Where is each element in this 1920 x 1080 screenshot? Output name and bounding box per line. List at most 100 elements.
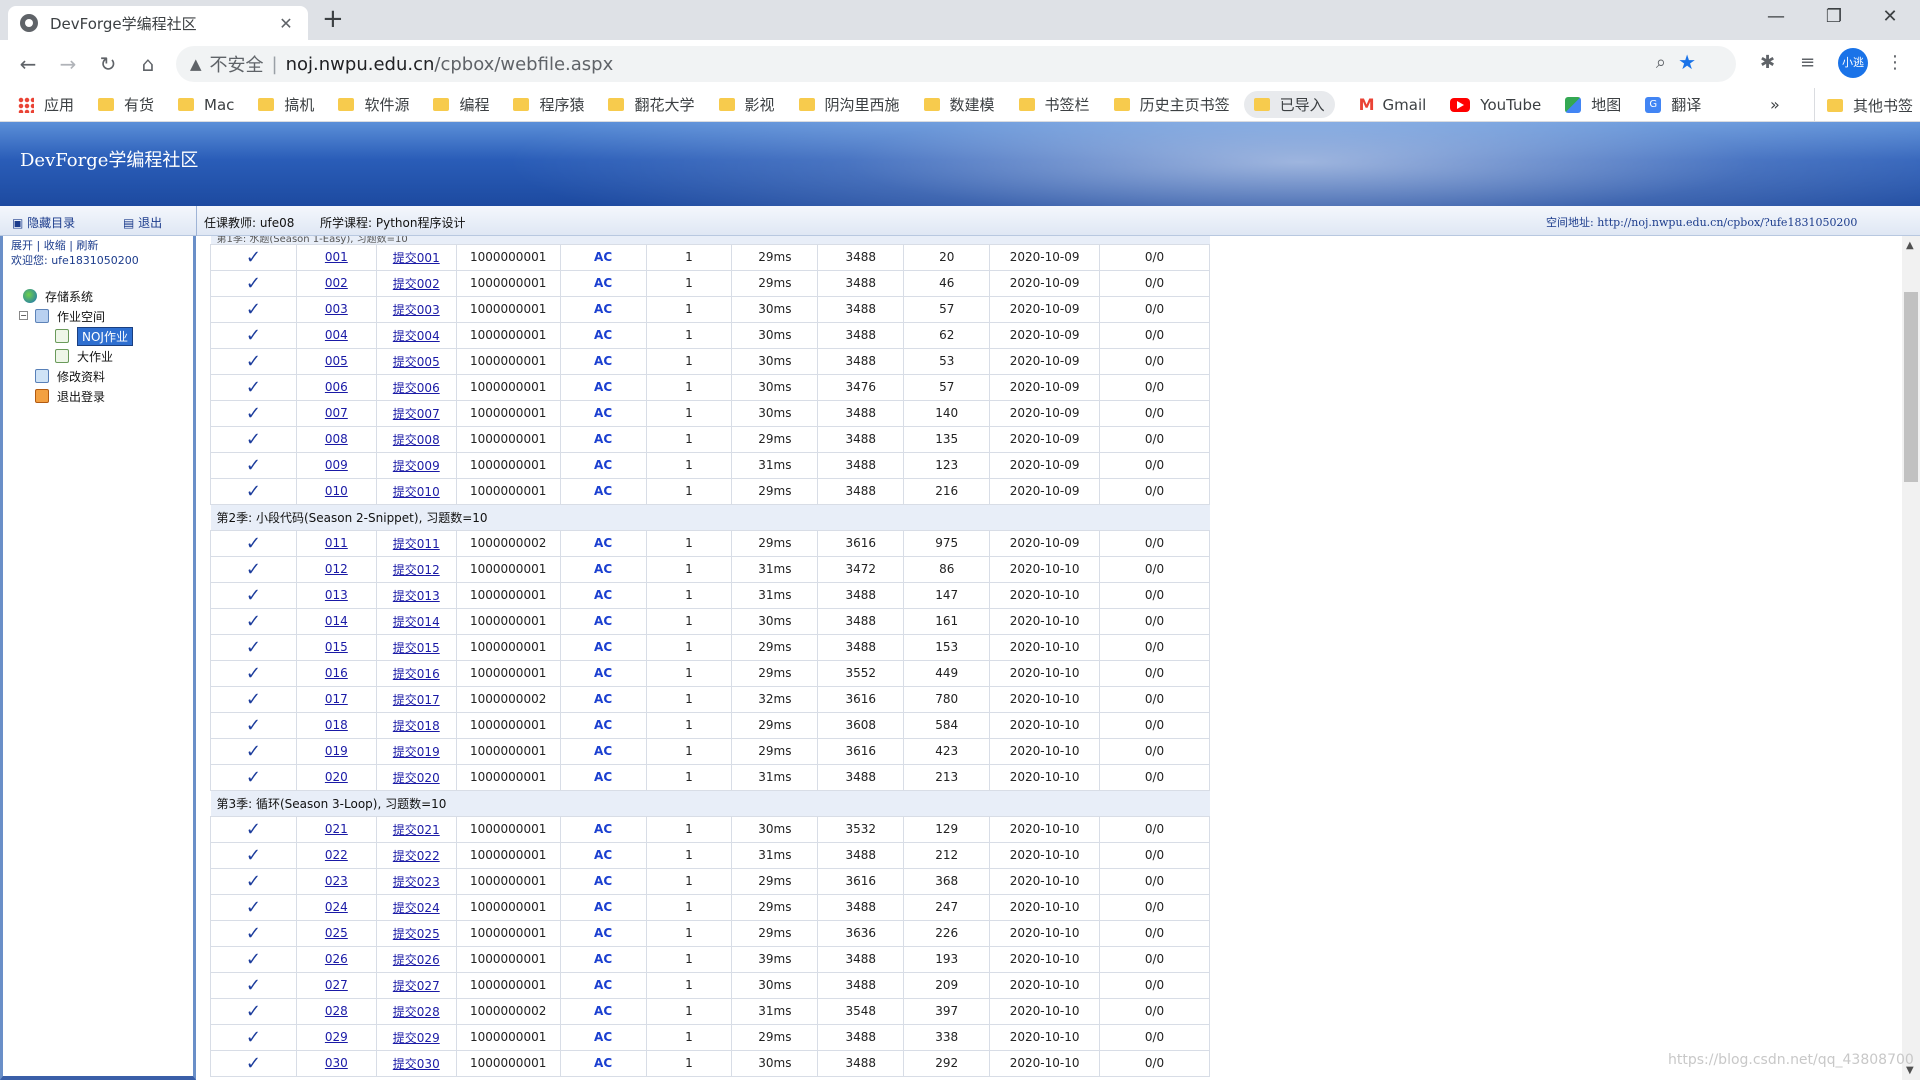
scroll-up-icon[interactable]: ▲	[1906, 240, 1914, 251]
submit-link[interactable]: 提交030	[393, 1057, 440, 1071]
submit-link[interactable]: 提交009	[393, 459, 440, 473]
submit-link[interactable]: 提交021	[393, 823, 440, 837]
tree-item-workspace[interactable]: − 作业空间	[19, 306, 133, 326]
problem-link[interactable]: 003	[325, 302, 348, 316]
problem-link[interactable]: 021	[325, 822, 348, 836]
problem-link[interactable]: 010	[325, 484, 348, 498]
submit-link[interactable]: 提交004	[393, 329, 440, 343]
submit-link[interactable]: 提交013	[393, 589, 440, 603]
submit-link[interactable]: 提交018	[393, 719, 440, 733]
bookmark-gmail[interactable]: M Gmail	[1359, 95, 1427, 114]
submit-link[interactable]: 提交029	[393, 1031, 440, 1045]
problem-link[interactable]: 026	[325, 952, 348, 966]
tree-item-storage[interactable]: 存储系统	[23, 286, 133, 306]
submit-link[interactable]: 提交027	[393, 979, 440, 993]
submit-link[interactable]: 提交024	[393, 901, 440, 915]
problem-link[interactable]: 020	[325, 770, 348, 784]
bookmark-folder[interactable]: 阴沟里西施	[798, 94, 900, 115]
submit-link[interactable]: 提交008	[393, 433, 440, 447]
submit-link[interactable]: 提交016	[393, 667, 440, 681]
extensions-icon[interactable]: ✱	[1760, 52, 1775, 73]
problem-link[interactable]: 014	[325, 614, 348, 628]
problem-link[interactable]: 012	[325, 562, 348, 576]
submit-link[interactable]: 提交002	[393, 277, 440, 291]
scroll-thumb[interactable]	[1904, 292, 1918, 482]
problem-link[interactable]: 001	[325, 250, 348, 264]
submit-link[interactable]: 提交007	[393, 407, 440, 421]
home-button[interactable]: ⌂	[134, 50, 162, 78]
menu-icon[interactable]: ⋮	[1886, 52, 1904, 73]
bookmark-folder[interactable]: 有货	[98, 94, 154, 115]
tree-item-big-homework[interactable]: 大作业	[23, 346, 133, 366]
submit-link[interactable]: 提交001	[393, 251, 440, 265]
bookmark-folder[interactable]: 程序猿	[513, 94, 584, 115]
problem-link[interactable]: 013	[325, 588, 348, 602]
submit-link[interactable]: 提交015	[393, 641, 440, 655]
logout-link[interactable]: ▤ 退出	[123, 216, 184, 230]
problem-link[interactable]: 022	[325, 848, 348, 862]
submit-link[interactable]: 提交011	[393, 537, 440, 551]
vertical-scrollbar[interactable]: ▲ ▼	[1902, 236, 1920, 1080]
bookmarks-overflow-button[interactable]: »	[1770, 95, 1780, 114]
new-tab-button[interactable]: +	[322, 4, 344, 34]
submit-link[interactable]: 提交006	[393, 381, 440, 395]
submit-link[interactable]: 提交020	[393, 771, 440, 785]
tree-item-noj[interactable]: NOJ作业	[23, 326, 133, 346]
browser-tab[interactable]: DevForge学编程社区 ✕	[8, 6, 308, 40]
problem-link[interactable]: 002	[325, 276, 348, 290]
problem-link[interactable]: 008	[325, 432, 348, 446]
submit-link[interactable]: 提交017	[393, 693, 440, 707]
bookmark-youtube[interactable]: YouTube	[1450, 96, 1541, 114]
problem-link[interactable]: 019	[325, 744, 348, 758]
submit-link[interactable]: 提交010	[393, 485, 440, 499]
submit-link[interactable]: 提交025	[393, 927, 440, 941]
problem-link[interactable]: 025	[325, 926, 348, 940]
bookmark-folder[interactable]: 软件源	[338, 94, 409, 115]
submit-link[interactable]: 提交005	[393, 355, 440, 369]
avatar[interactable]: 小逃	[1838, 48, 1868, 78]
bookmark-folder[interactable]: 搞机	[258, 94, 314, 115]
submit-link[interactable]: 提交003	[393, 303, 440, 317]
expand-collapse-refresh[interactable]: 展开 | 收缩 | 刷新	[11, 238, 139, 253]
submit-link[interactable]: 提交023	[393, 875, 440, 889]
problem-link[interactable]: 023	[325, 874, 348, 888]
problem-link[interactable]: 006	[325, 380, 348, 394]
bookmark-folder[interactable]: 数建模	[923, 94, 995, 115]
bookmark-translate[interactable]: G 翻译	[1645, 94, 1701, 115]
problem-link[interactable]: 030	[325, 1056, 348, 1070]
hide-menu-link[interactable]: ▣ 隐藏目录	[12, 216, 97, 230]
bookmark-folder-imported[interactable]: 已导入	[1243, 91, 1335, 118]
bookmark-folder[interactable]: 翻花大学	[608, 94, 695, 115]
collapse-icon[interactable]: −	[19, 311, 28, 320]
problem-link[interactable]: 011	[325, 536, 348, 550]
problem-link[interactable]: 015	[325, 640, 348, 654]
problem-link[interactable]: 024	[325, 900, 348, 914]
submit-link[interactable]: 提交028	[393, 1005, 440, 1019]
close-window-button[interactable]: ✕	[1870, 6, 1910, 27]
submit-link[interactable]: 提交019	[393, 745, 440, 759]
forward-button[interactable]: →	[54, 50, 82, 78]
bookmark-folder[interactable]: 历史主页书签	[1113, 94, 1230, 115]
tree-item-logout[interactable]: 退出登录	[23, 386, 133, 406]
address-bar[interactable]: ▲ 不安全 | noj.nwpu.edu.cn /cpbox/webfile.a…	[176, 46, 1736, 82]
bookmark-folder[interactable]: 书签栏	[1018, 94, 1090, 115]
reload-button[interactable]: ↻	[94, 50, 122, 78]
submit-link[interactable]: 提交014	[393, 615, 440, 629]
zoom-icon[interactable]: ⌕	[1656, 52, 1666, 73]
bookmark-star-icon[interactable]: ★	[1678, 50, 1696, 74]
problem-link[interactable]: 017	[325, 692, 348, 706]
problem-link[interactable]: 009	[325, 458, 348, 472]
minimize-button[interactable]: —	[1756, 6, 1796, 27]
problem-link[interactable]: 007	[325, 406, 348, 420]
problem-link[interactable]: 004	[325, 328, 348, 342]
tree-item-profile[interactable]: 修改资料	[23, 366, 133, 386]
reading-list-icon[interactable]: ≡	[1800, 52, 1815, 73]
bookmark-apps[interactable]: 应用	[18, 94, 74, 115]
other-bookmarks[interactable]: 其他书签	[1814, 88, 1913, 122]
submit-link[interactable]: 提交026	[393, 953, 440, 967]
submit-link[interactable]: 提交012	[393, 563, 440, 577]
bookmark-maps[interactable]: 地图	[1565, 94, 1621, 115]
bookmark-folder[interactable]: 影视	[718, 94, 775, 115]
problem-link[interactable]: 027	[325, 978, 348, 992]
problem-link[interactable]: 028	[325, 1004, 348, 1018]
